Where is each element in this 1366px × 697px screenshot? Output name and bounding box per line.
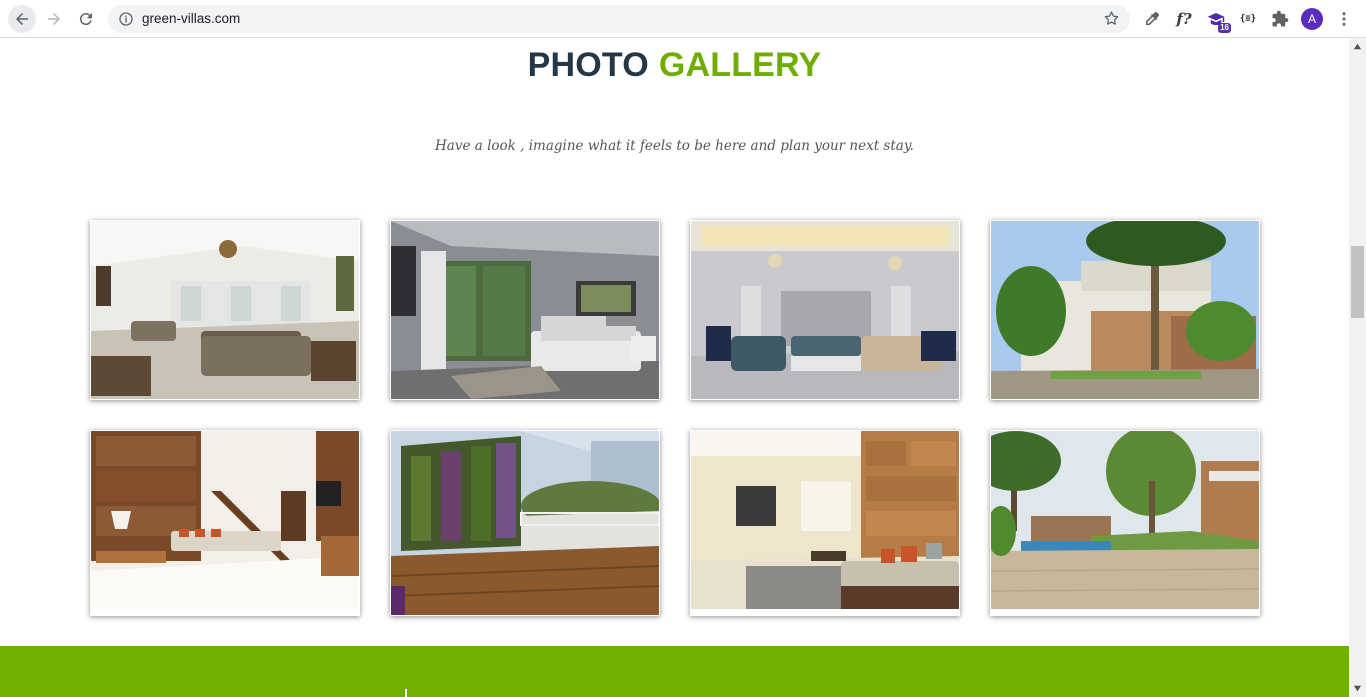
scrollbar-thumb[interactable] (1351, 246, 1364, 318)
json-icon: {≡} (1239, 14, 1257, 24)
footer-cursor-mark (405, 689, 407, 697)
menu-button[interactable] (1332, 7, 1356, 31)
gallery-card[interactable] (690, 220, 960, 400)
gallery-photo-living-room-sofa[interactable] (691, 431, 959, 609)
arrow-left-icon (16, 13, 28, 25)
puzzle-icon (1272, 10, 1289, 27)
reload-button[interactable] (72, 5, 100, 33)
profile-avatar[interactable]: A (1301, 8, 1323, 30)
gallery-card[interactable] (990, 220, 1260, 400)
json-extension[interactable]: {≡} (1236, 7, 1260, 31)
more-vert-icon (1342, 12, 1346, 26)
gallery-card[interactable] (690, 430, 960, 616)
address-bar[interactable]: green-villas.com (108, 5, 1130, 33)
scroll-down-arrow-icon[interactable] (1353, 684, 1362, 693)
gallery-card[interactable] (90, 430, 360, 616)
photo-grid (90, 220, 1261, 620)
gallery-photo-garden-pool[interactable] (991, 431, 1259, 609)
extension-badge: 16 (1218, 23, 1231, 33)
scroll-up-arrow-icon[interactable] (1353, 42, 1362, 51)
font-question-icon: f? (1176, 10, 1192, 28)
gallery-photo-living-room-chandelier[interactable] (91, 221, 359, 399)
info-icon[interactable] (118, 11, 134, 27)
gallery-card[interactable] (390, 430, 660, 616)
arrow-right-icon (48, 13, 60, 25)
gallery-photo-villa-exterior-palm[interactable] (991, 221, 1259, 399)
gallery-card[interactable] (90, 220, 360, 400)
graduation-extension[interactable]: 16 (1204, 7, 1231, 33)
url-text[interactable]: green-villas.com (142, 11, 240, 26)
title-word-photo: PHOTO (527, 46, 649, 84)
eyedropper-extension[interactable] (1140, 7, 1164, 31)
browser-toolbar: green-villas.com f? 16 {≡} A (0, 0, 1366, 38)
gallery-card[interactable] (390, 220, 660, 400)
eyedropper-icon (1146, 12, 1159, 25)
title-word-gallery: GALLERY (658, 46, 822, 84)
gallery-photo-living-room-staircase[interactable] (91, 431, 359, 609)
gallery-photo-lounge[interactable] (691, 221, 959, 399)
back-button[interactable] (8, 5, 36, 33)
bookmark-star-icon[interactable] (1103, 10, 1120, 27)
forward-button[interactable] (40, 5, 68, 33)
gallery-title: PHOTO GALLERY (0, 46, 1349, 85)
gallery-subtitle: Have a look , imagine what it feels to b… (435, 138, 914, 154)
gallery-photo-terrace-green-wall[interactable] (391, 431, 659, 615)
extensions-button[interactable] (1268, 7, 1292, 31)
footer-band (0, 646, 1349, 697)
page-scrollbar[interactable] (1349, 38, 1366, 697)
page-viewport: PHOTO GALLERY Have a look , imagine what … (0, 38, 1349, 697)
gallery-card[interactable] (990, 430, 1260, 616)
gallery-photo-bedroom[interactable] (391, 221, 659, 399)
font-finder-extension[interactable]: f? (1172, 7, 1196, 31)
reload-icon (79, 13, 92, 26)
